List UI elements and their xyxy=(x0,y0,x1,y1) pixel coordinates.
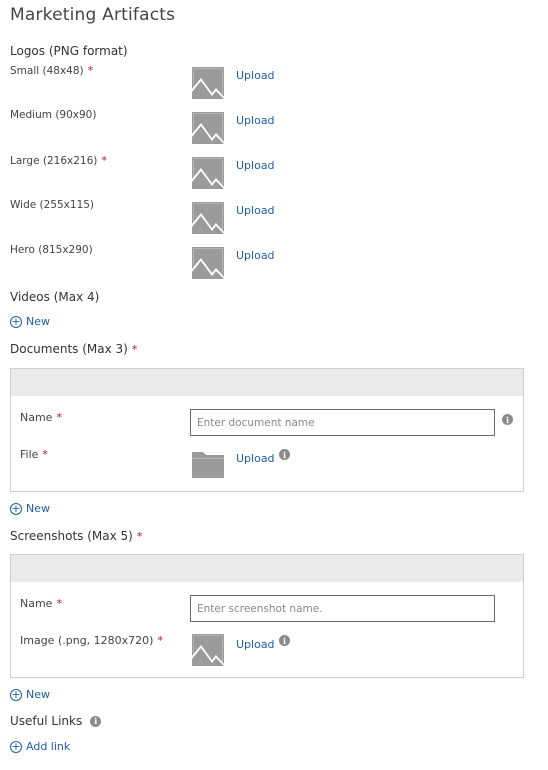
add-link-label: Add link xyxy=(26,740,71,753)
documents-new-button[interactable]: + New xyxy=(10,502,50,515)
image-placeholder-icon xyxy=(192,112,224,144)
required-marker: * xyxy=(56,597,62,610)
document-name-label: Name * xyxy=(20,411,62,424)
screenshots-heading-text: Screenshots (Max 5) xyxy=(10,529,133,543)
required-marker: * xyxy=(56,411,62,424)
logo-label: Large (216x216) * xyxy=(10,154,107,167)
logo-upload-link[interactable]: Upload xyxy=(236,114,275,127)
logo-label-text: Hero (815x290) xyxy=(10,244,93,256)
info-icon[interactable]: i xyxy=(90,715,102,727)
screenshot-name-label-text: Name xyxy=(20,597,53,610)
add-circle-icon: + xyxy=(10,740,22,753)
screenshots-new-label: New xyxy=(26,688,50,701)
screenshot-panel-header xyxy=(11,555,523,582)
add-circle-icon: + xyxy=(10,315,22,328)
required-marker: * xyxy=(42,448,48,461)
add-circle-icon: + xyxy=(10,688,22,701)
add-link-button[interactable]: + Add link xyxy=(10,740,70,753)
image-placeholder-icon xyxy=(192,157,224,189)
image-placeholder-icon xyxy=(192,202,224,234)
page-title: Marketing Artifacts xyxy=(10,5,176,25)
documents-heading-text: Documents (Max 3) xyxy=(10,342,128,356)
logo-upload-link[interactable]: Upload xyxy=(236,249,275,262)
image-placeholder-icon xyxy=(192,634,224,666)
image-placeholder-icon xyxy=(192,67,224,99)
required-marker: * xyxy=(101,154,107,167)
documents-heading: Documents (Max 3) * xyxy=(10,342,137,356)
screenshot-image-label: Image (.png, 1280x720) * xyxy=(20,634,163,647)
logo-label: Small (48x48) * xyxy=(10,64,93,77)
logo-label-text: Small (48x48) xyxy=(10,65,84,77)
required-marker: * xyxy=(87,64,94,77)
info-icon[interactable]: i xyxy=(279,449,290,460)
logo-label: Wide (255x115) xyxy=(10,199,94,211)
screenshot-name-label: Name * xyxy=(20,597,62,610)
info-icon[interactable]: i xyxy=(279,635,290,646)
image-placeholder-icon xyxy=(192,247,224,279)
logo-label-text: Wide (255x115) xyxy=(10,199,95,211)
required-marker: * xyxy=(131,343,138,356)
documents-new-label: New xyxy=(26,502,50,515)
screenshot-name-input[interactable]: Enter screenshot name. xyxy=(190,595,495,622)
videos-new-button[interactable]: + New xyxy=(10,315,50,328)
screenshots-new-button[interactable]: + New xyxy=(10,688,50,701)
document-upload-link[interactable]: Upload xyxy=(236,452,275,465)
logo-upload-link[interactable]: Upload xyxy=(236,69,275,82)
document-name-input[interactable]: Enter document name xyxy=(190,409,495,436)
logo-upload-link[interactable]: Upload xyxy=(236,204,275,217)
required-marker: * xyxy=(136,530,143,543)
useful-links-heading: Useful Links i xyxy=(10,714,102,728)
logo-label-text: Large (216x216) xyxy=(10,155,98,167)
screenshots-heading: Screenshots (Max 5) * xyxy=(10,529,142,543)
videos-heading: Videos (Max 4) xyxy=(10,290,100,304)
folder-icon xyxy=(192,450,224,478)
document-file-label-text: File xyxy=(20,448,39,461)
document-file-label: File * xyxy=(20,448,48,461)
screenshot-upload-link[interactable]: Upload xyxy=(236,638,275,651)
add-circle-icon: + xyxy=(10,502,22,515)
logos-heading: Logos (PNG format) xyxy=(10,44,128,58)
videos-new-label: New xyxy=(26,315,50,328)
useful-links-heading-text: Useful Links xyxy=(10,714,83,728)
info-icon[interactable]: i xyxy=(502,414,513,425)
required-marker: * xyxy=(157,634,163,647)
screenshot-image-label-text: Image (.png, 1280x720) xyxy=(20,634,154,647)
logo-label-text: Medium (90x90) xyxy=(10,109,97,121)
logo-label: Hero (815x290) xyxy=(10,244,93,256)
logo-label: Medium (90x90) xyxy=(10,109,96,121)
logo-upload-link[interactable]: Upload xyxy=(236,159,275,172)
document-panel-header xyxy=(11,369,523,396)
document-name-label-text: Name xyxy=(20,411,53,424)
